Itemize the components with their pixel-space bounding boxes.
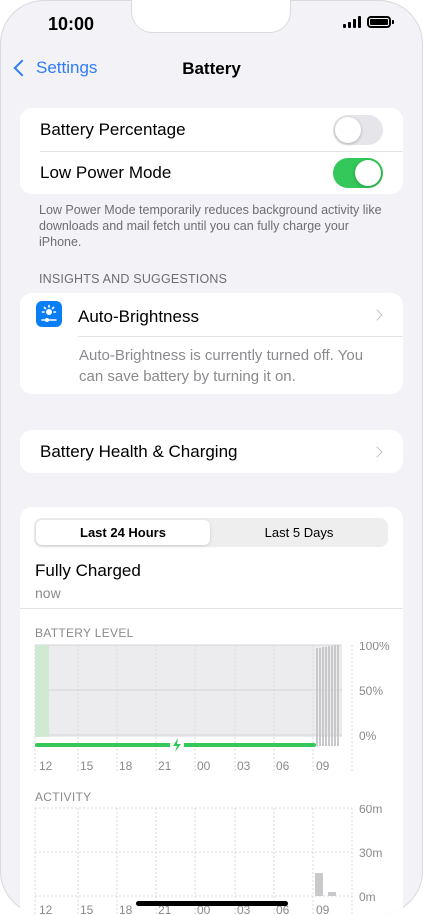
notch (132, 0, 290, 32)
auto-brightness-card: Auto-Brightness Auto-Brightness is curre… (20, 293, 403, 394)
battery-usage-card: Last 24 Hours Last 5 Days Fully Charged … (20, 507, 403, 915)
insights-header: INSIGHTS AND SUGGESTIONS (39, 272, 228, 286)
battery-percentage-label: Battery Percentage (40, 119, 186, 139)
auto-brightness-description: Auto-Brightness is currently turned off.… (79, 347, 364, 385)
y-tick-0: 0% (359, 729, 377, 743)
battery-percentage-row: Battery Percentage (20, 108, 403, 151)
battery-status-icon (367, 16, 394, 28)
phone-screen: 10:00 Settings Battery Battery Percentag… (0, 0, 423, 915)
y-tick-100: 100% (359, 642, 390, 653)
y-tick-30m: 30m (359, 846, 382, 860)
activity-bar (328, 892, 336, 896)
tab-last-24-hours[interactable]: Last 24 Hours (36, 520, 210, 545)
charge-status-title: Fully Charged (35, 561, 141, 580)
plot-background (35, 645, 342, 737)
divider (20, 608, 403, 609)
x-tick: 09 (316, 759, 330, 772)
activity-bar (315, 873, 323, 896)
x-tick: 15 (80, 903, 94, 915)
x-tick: 18 (119, 759, 133, 772)
low-power-mode-label: Low Power Mode (40, 162, 172, 182)
low-power-footnote: Low Power Mode temporarily reduces backg… (39, 203, 382, 249)
cellular-signal-icon (343, 16, 361, 28)
battery-health-label: Battery Health & Charging (40, 441, 238, 461)
battery-health-row[interactable]: Battery Health & Charging (20, 430, 403, 473)
x-tick: 03 (237, 759, 251, 772)
battery-health-cell[interactable]: Battery Health & Charging (20, 430, 403, 473)
tab-last-5-days[interactable]: Last 5 Days (212, 520, 386, 545)
brightness-icon (36, 301, 62, 327)
x-tick: 06 (276, 759, 290, 772)
battery-level-chart: 100% 50% 0% 12 15 18 21 00 03 06 09 (34, 642, 390, 772)
activity-chart-title: ACTIVITY (35, 790, 92, 804)
x-tick: 09 (316, 903, 330, 915)
time-range-segmented-control: Last 24 Hours Last 5 Days (34, 518, 388, 547)
y-tick-0m: 0m (359, 890, 376, 904)
toggle-knob (335, 117, 361, 143)
charge-status-time: now (35, 585, 61, 601)
status-icons (343, 16, 394, 28)
x-tick: 21 (158, 759, 172, 772)
home-indicator[interactable] (136, 901, 288, 906)
x-tick: 18 (119, 903, 133, 915)
low-power-mode-toggle[interactable] (333, 158, 383, 188)
toggles-group: Battery Percentage Low Power Mode (20, 108, 403, 194)
status-time: 10:00 (48, 14, 95, 34)
battery-percentage-toggle[interactable] (333, 115, 383, 145)
divider (78, 336, 403, 337)
toggle-knob (355, 160, 381, 186)
page-title: Battery (182, 59, 241, 78)
x-tick: 15 (80, 759, 94, 772)
x-tick: 00 (197, 759, 211, 772)
y-tick-60m: 60m (359, 805, 382, 816)
x-tick: 12 (39, 903, 53, 915)
charging-period-bar (35, 645, 49, 737)
chevron-right-icon[interactable] (371, 309, 383, 321)
x-tick: 12 (39, 759, 53, 772)
battery-level-chart-title: BATTERY LEVEL (35, 626, 134, 640)
activity-grid (34, 807, 353, 915)
low-power-mode-row: Low Power Mode (20, 151, 403, 194)
y-tick-50: 50% (359, 684, 383, 698)
auto-brightness-label[interactable]: Auto-Brightness (78, 307, 199, 327)
activity-chart: 60m 30m 0m 12 15 18 21 00 03 06 09 (34, 805, 382, 915)
